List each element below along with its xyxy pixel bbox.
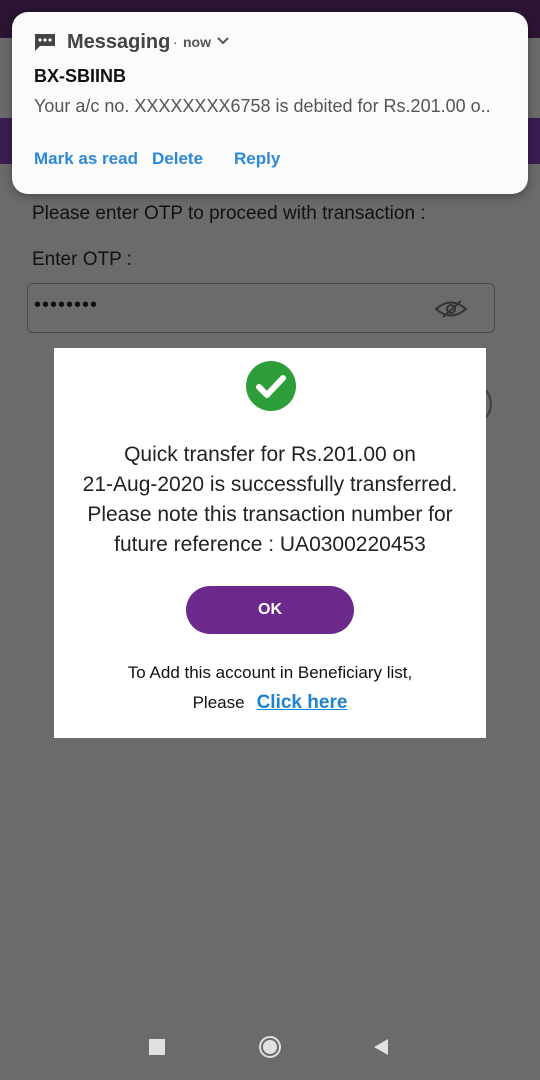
home-icon[interactable] <box>258 1035 282 1059</box>
transfer-success-dialog: Quick transfer for Rs.201.00 on 21-Aug-2… <box>54 348 486 738</box>
success-message-line: 21-Aug-2020 is successfully transferred. <box>82 473 458 496</box>
otp-prompt: Please enter OTP to proceed with transac… <box>32 203 426 224</box>
notification-time: now <box>183 34 211 50</box>
chevron-down-icon[interactable] <box>217 36 229 46</box>
recents-icon[interactable] <box>149 1039 165 1055</box>
add-beneficiary-text: To Add this account in Beneficiary list, <box>127 663 413 682</box>
mark-as-read-button[interactable]: Mark as read <box>34 149 138 169</box>
reply-button[interactable]: Reply <box>234 149 280 169</box>
notification-sender: BX-SBIINB <box>34 66 127 86</box>
success-message-line: future reference : UA0300220453 <box>114 533 426 556</box>
please-row: Please Click here <box>54 692 486 714</box>
delete-button[interactable]: Delete <box>152 149 203 169</box>
check-circle-icon <box>246 361 296 411</box>
otp-value: •••••••• <box>34 294 99 316</box>
click-here-link[interactable]: Click here <box>257 692 348 713</box>
eye-slash-icon[interactable] <box>434 298 468 320</box>
notification-app-name: Messaging <box>67 31 171 53</box>
notification-message: Your a/c no. XXXXXXXX6758 is debited for… <box>34 96 491 116</box>
notification-separator: · <box>173 34 178 50</box>
success-message-line: Please note this transaction number for <box>87 503 453 526</box>
ok-button[interactable]: OK <box>186 586 354 634</box>
sms-notification[interactable]: Messaging · now BX-SBIINB Your a/c no. X… <box>12 12 528 194</box>
please-text: Please <box>192 693 245 712</box>
message-icon <box>35 34 55 51</box>
otp-input[interactable]: •••••••• <box>27 283 495 333</box>
back-icon[interactable] <box>372 1038 390 1056</box>
success-message-line: Quick transfer for Rs.201.00 on <box>124 443 416 466</box>
otp-label: Enter OTP : <box>32 249 132 270</box>
success-message: Quick transfer for Rs.201.00 on 21-Aug-2… <box>54 440 486 560</box>
